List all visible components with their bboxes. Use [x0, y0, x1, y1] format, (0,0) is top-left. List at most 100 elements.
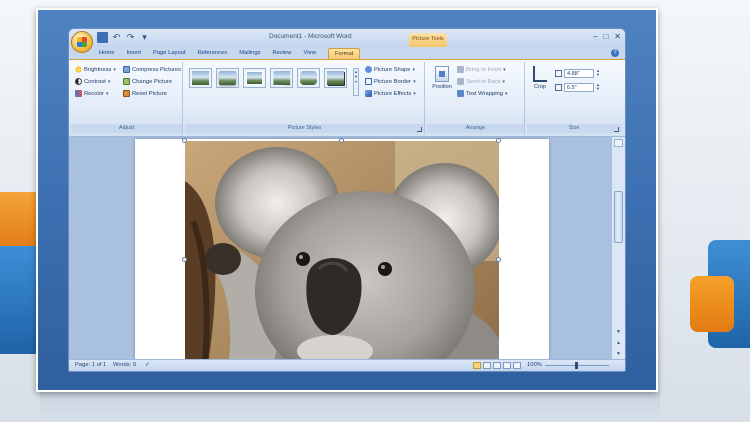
text-wrapping-icon	[457, 90, 464, 97]
tab-mailings[interactable]: Mailings	[233, 48, 266, 59]
size-dialog-launcher[interactable]	[614, 127, 619, 132]
brightness-icon	[75, 66, 82, 73]
web-layout-view-button[interactable]	[493, 362, 501, 369]
recolor-button[interactable]: Recolor ▾	[75, 90, 109, 97]
word-count[interactable]: Words: 0	[113, 362, 136, 368]
picture-style-thumb[interactable]	[297, 68, 320, 88]
compress-pictures-button[interactable]: Compress Pictures	[123, 66, 181, 73]
vertical-scrollbar[interactable]: ▲ ▼ ▲ ▼	[611, 137, 625, 361]
ribbon: Brightness ▾ Contrast ▾ Recolor ▾ Compress …	[69, 59, 625, 137]
minimize-icon[interactable]: –	[593, 32, 597, 41]
view-buttons	[473, 362, 521, 369]
close-icon[interactable]: ✕	[614, 32, 621, 41]
arrange-group: Position Bring to Front ▾ Send to Back ▾ T…	[427, 62, 525, 134]
recolor-icon	[75, 90, 82, 97]
position-icon	[435, 66, 449, 82]
next-page-icon[interactable]: ▼	[614, 350, 623, 359]
brightness-button[interactable]: Brightness ▾	[75, 66, 116, 73]
document-area	[69, 137, 613, 361]
width-spinner[interactable]: ▲ ▼	[596, 83, 600, 91]
resize-handle[interactable]	[496, 257, 501, 262]
width-field: 6.5" ▲ ▼	[555, 82, 603, 92]
reset-picture-icon	[123, 90, 130, 97]
tab-format[interactable]: Format	[327, 48, 361, 59]
picture-style-thumb[interactable]	[216, 68, 239, 88]
height-icon	[555, 69, 562, 77]
desktop-decoration	[690, 276, 734, 332]
resize-handle[interactable]	[496, 138, 501, 143]
zoom-slider[interactable]	[545, 362, 609, 369]
picture-styles-dialog-launcher[interactable]	[417, 127, 422, 132]
page-count[interactable]: Page: 1 of 1	[75, 362, 106, 368]
resize-handle[interactable]	[339, 138, 344, 143]
scroll-down-icon[interactable]: ▼	[614, 328, 623, 337]
tab-page-layout[interactable]: Page Layout	[147, 48, 192, 59]
gallery-scroll[interactable]: ▲ ▼ ▾	[353, 68, 359, 96]
window-title: Document1 - Microsoft Word	[269, 33, 352, 40]
width-icon	[555, 83, 562, 91]
tab-review[interactable]: Review	[266, 48, 297, 59]
compress-icon	[123, 66, 130, 73]
picture-style-thumb[interactable]	[324, 68, 347, 88]
resize-handle[interactable]	[182, 138, 187, 143]
send-to-back-button[interactable]: Send to Back ▾	[457, 78, 505, 85]
draft-view-button[interactable]	[513, 362, 521, 369]
picture-tools-badge: Picture Tools	[409, 33, 447, 47]
help-icon[interactable]: ?	[611, 49, 619, 57]
height-input[interactable]: 4.88"	[564, 68, 594, 78]
outline-view-button[interactable]	[503, 362, 511, 369]
tab-references[interactable]: References	[192, 48, 234, 59]
undo-icon[interactable]: ↶	[111, 32, 122, 43]
position-button[interactable]: Position	[431, 66, 453, 90]
word-window: ↶ ↷ ▾ Document1 - Microsoft Word Picture…	[68, 28, 626, 372]
tab-view[interactable]: View	[297, 48, 321, 59]
ruler-toggle-button[interactable]	[614, 139, 623, 147]
redo-icon[interactable]: ↷	[125, 32, 136, 43]
koala-picture[interactable]	[185, 141, 499, 361]
maximize-icon[interactable]: □	[603, 32, 608, 41]
width-input[interactable]: 6.5"	[564, 82, 594, 92]
height-field: 4.88" ▲ ▼	[555, 68, 603, 78]
save-icon[interactable]	[97, 32, 108, 43]
picture-border-button[interactable]: Picture Border ▾	[365, 78, 416, 85]
picture-style-thumb[interactable]	[243, 68, 266, 88]
office-button[interactable]	[71, 31, 93, 53]
print-layout-view-button[interactable]	[473, 362, 481, 369]
picture-effects-button[interactable]: Picture Effects ▾	[365, 90, 416, 97]
title-bar: ↶ ↷ ▾ Document1 - Microsoft Word Picture…	[69, 29, 625, 47]
frame-reflection	[40, 392, 660, 422]
koala-illustration	[185, 141, 499, 361]
picture-shape-button[interactable]: Picture Shape ▾	[365, 66, 415, 73]
picture-border-icon	[365, 78, 372, 85]
change-picture-button[interactable]: Change Picture	[123, 78, 172, 85]
zoom-level[interactable]: 100%	[527, 362, 542, 368]
picture-effects-icon	[365, 90, 372, 97]
resize-handle[interactable]	[182, 257, 187, 262]
scroll-thumb[interactable]	[614, 191, 623, 243]
crop-icon	[533, 66, 547, 82]
full-screen-reading-view-button[interactable]	[483, 362, 491, 369]
size-group: Crop 4.88" ▲ ▼ 6.5" ▲ ▼ Size	[527, 62, 621, 134]
reset-picture-button[interactable]: Reset Picture	[123, 90, 167, 97]
previous-page-icon[interactable]: ▲	[614, 339, 623, 348]
window-controls: – □ ✕	[593, 32, 621, 41]
tab-insert[interactable]: Insert	[120, 48, 147, 59]
picture-shape-icon	[365, 66, 372, 73]
picture-style-thumb[interactable]	[189, 68, 212, 88]
change-picture-icon	[123, 78, 130, 85]
bring-to-front-button[interactable]: Bring to Front ▾	[457, 66, 506, 73]
group-label-picture-styles: Picture Styles	[185, 124, 424, 133]
picture-style-thumb[interactable]	[270, 68, 293, 88]
document-page[interactable]	[135, 138, 549, 361]
bring-to-front-icon	[457, 66, 464, 73]
proofing-icon[interactable]: ✓	[145, 362, 150, 368]
tab-home[interactable]: Home	[93, 48, 120, 59]
height-spinner[interactable]: ▲ ▼	[596, 69, 600, 77]
crop-button[interactable]: Crop	[531, 66, 549, 90]
contrast-button[interactable]: Contrast ▾	[75, 78, 110, 85]
picture-styles-group: ▲ ▼ ▾ Picture Shape ▾ Picture Border ▾ Pictu…	[185, 62, 425, 134]
send-to-back-icon	[457, 78, 464, 85]
status-bar: Page: 1 of 1 Words: 0 ✓ 100%	[69, 359, 625, 371]
customize-toolbar-icon[interactable]: ▾	[139, 32, 150, 43]
text-wrapping-button[interactable]: Text Wrapping ▾	[457, 90, 507, 97]
